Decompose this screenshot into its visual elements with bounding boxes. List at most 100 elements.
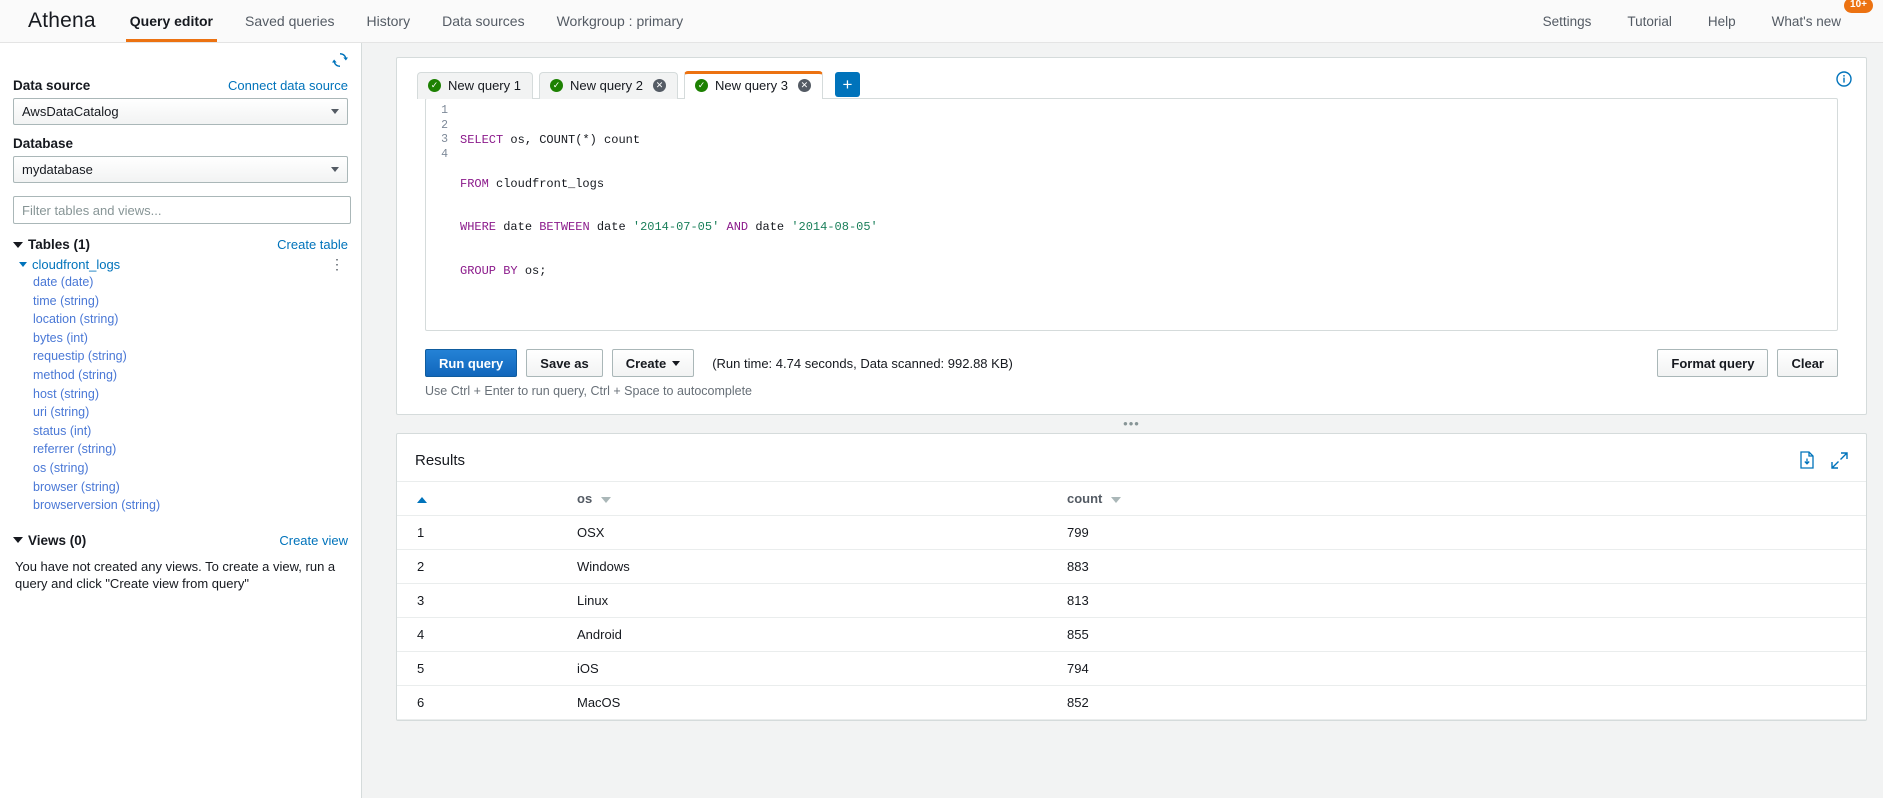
add-query-tab-button[interactable]: + — [834, 72, 860, 97]
info-icon[interactable] — [1836, 71, 1852, 87]
caret-down-icon[interactable] — [13, 241, 23, 248]
row-index: 5 — [397, 651, 567, 686]
query-tab-bar: ✓ New query 1 ✓ New query 2 ✕ ✓ New quer… — [397, 58, 1866, 99]
column-header-count[interactable]: count — [1057, 481, 1866, 516]
table-row[interactable]: 5 iOS 794 — [397, 651, 1866, 686]
results-title: Results — [415, 451, 466, 469]
row-os: Linux — [567, 583, 1057, 618]
row-count: 813 — [1057, 583, 1866, 618]
column-item[interactable]: requestip (string) — [13, 347, 348, 366]
tables-title-label: Tables (1) — [28, 237, 91, 252]
row-index: 6 — [397, 685, 567, 720]
save-as-button[interactable]: Save as — [526, 349, 603, 377]
column-item[interactable]: status (int) — [13, 422, 348, 441]
sql-line-3: WHERE date BETWEEN date '2014-07-05' AND… — [460, 220, 878, 234]
chevron-down-icon — [672, 360, 681, 366]
column-item[interactable]: date (date) — [13, 273, 348, 292]
tables-section-header: Tables (1) Create table — [13, 237, 348, 252]
refresh-icon[interactable] — [332, 52, 348, 68]
chevron-down-icon — [331, 167, 339, 172]
tab-new-query-2[interactable]: ✓ New query 2 ✕ — [538, 72, 678, 99]
table-row[interactable]: 3 Linux 813 — [397, 583, 1866, 618]
data-source-select[interactable]: AwsDataCatalog — [13, 98, 348, 125]
column-item[interactable]: browser (string) — [13, 478, 348, 497]
nav-history[interactable]: History — [351, 0, 427, 42]
results-header-row: os count — [397, 481, 1866, 516]
caret-down-icon[interactable] — [19, 262, 27, 267]
tab-new-query-1[interactable]: ✓ New query 1 — [417, 72, 533, 99]
views-section: Views (0) Create view You have not creat… — [13, 533, 348, 592]
caret-down-icon[interactable] — [13, 537, 23, 544]
results-table: os count 1 OSX 799 2 Windows 883 3 Linux… — [397, 481, 1866, 720]
query-editor-panel: ✓ New query 1 ✓ New query 2 ✕ ✓ New quer… — [396, 57, 1867, 415]
column-item[interactable]: uri (string) — [13, 403, 348, 422]
table-options-kebab-icon[interactable]: ⋮ — [330, 256, 344, 273]
results-header: Results — [397, 434, 1866, 481]
create-view-link[interactable]: Create view — [279, 533, 348, 548]
check-circle-icon: ✓ — [694, 79, 708, 92]
secondary-nav: Settings Tutorial Help What's new — [1525, 0, 1883, 42]
run-query-button[interactable]: Run query — [425, 349, 518, 377]
column-item[interactable]: method (string) — [13, 366, 348, 385]
whats-new-badge: 10+ — [1844, 0, 1873, 13]
database-select[interactable]: mydatabase — [13, 156, 348, 183]
page-layout: Data source Connect data source AwsDataC… — [0, 43, 1883, 798]
close-icon[interactable]: ✕ — [797, 79, 811, 92]
nav-settings[interactable]: Settings — [1525, 0, 1610, 42]
column-item[interactable]: host (string) — [13, 385, 348, 404]
sql-code-editor[interactable]: 1 2 3 4 SELECT os, COUNT(*) count FROM c… — [425, 98, 1838, 331]
clear-button[interactable]: Clear — [1777, 349, 1838, 377]
sort-dropdown-icon — [600, 496, 611, 503]
nav-data-sources[interactable]: Data sources — [426, 0, 540, 42]
row-os: MacOS — [567, 685, 1057, 720]
column-item[interactable]: referrer (string) — [13, 440, 348, 459]
line-number: 3 — [441, 133, 448, 146]
close-icon[interactable]: ✕ — [652, 79, 666, 92]
line-number-gutter: 1 2 3 4 — [426, 99, 452, 330]
sql-line-1: SELECT os, COUNT(*) count — [460, 133, 641, 147]
table-row[interactable]: 4 Android 855 — [397, 617, 1866, 652]
column-item[interactable]: browserversion (string) — [13, 496, 348, 515]
create-button[interactable]: Create — [611, 349, 695, 377]
database-value: mydatabase — [22, 162, 93, 177]
tab-label: New query 3 — [714, 78, 788, 93]
nav-workgroup[interactable]: Workgroup : primary — [541, 0, 700, 42]
nav-saved-queries[interactable]: Saved queries — [229, 0, 351, 42]
format-query-button[interactable]: Format query — [1657, 349, 1769, 377]
column-item[interactable]: bytes (int) — [13, 329, 348, 348]
column-item[interactable]: time (string) — [13, 292, 348, 311]
sql-code-lines: SELECT os, COUNT(*) count FROM cloudfron… — [452, 99, 878, 330]
row-count: 883 — [1057, 549, 1866, 584]
tables-section-title: Tables (1) — [13, 237, 90, 252]
data-source-row: Data source Connect data source — [13, 75, 348, 98]
row-count: 794 — [1057, 651, 1866, 686]
column-header-os[interactable]: os — [567, 481, 1057, 516]
results-panel: Results os count 1 OSX 799 2 Windows 883… — [396, 433, 1867, 721]
column-header-index[interactable] — [397, 481, 567, 516]
row-count: 855 — [1057, 617, 1866, 652]
row-count: 799 — [1057, 515, 1866, 550]
table-row[interactable]: 6 MacOS 852 — [397, 685, 1866, 720]
column-item[interactable]: os (string) — [13, 459, 348, 478]
table-row[interactable]: 1 OSX 799 — [397, 515, 1866, 550]
nav-help[interactable]: Help — [1690, 0, 1754, 42]
column-item[interactable]: location (string) — [13, 310, 348, 329]
panel-splitter[interactable]: ••• — [396, 415, 1867, 431]
run-info-text: (Run time: 4.74 seconds, Data scanned: 9… — [712, 355, 1013, 371]
sidebar-refresh-row — [13, 43, 348, 73]
nav-tutorial[interactable]: Tutorial — [1609, 0, 1690, 42]
check-circle-icon: ✓ — [549, 79, 563, 92]
app-brand: Athena — [28, 9, 96, 32]
nav-query-editor[interactable]: Query editor — [114, 0, 229, 42]
tab-new-query-3[interactable]: ✓ New query 3 ✕ — [683, 71, 823, 99]
table-node-cloudfront-logs[interactable]: cloudfront_logs ⋮ — [13, 256, 348, 273]
database-label: Database — [13, 136, 74, 151]
connect-data-source-link[interactable]: Connect data source — [228, 78, 348, 93]
expand-icon[interactable] — [1831, 451, 1848, 469]
row-index: 2 — [397, 549, 567, 584]
table-row[interactable]: 2 Windows 883 — [397, 549, 1866, 584]
create-table-link[interactable]: Create table — [277, 237, 348, 252]
filter-tables-input[interactable] — [13, 196, 351, 224]
download-file-icon[interactable] — [1799, 451, 1815, 469]
line-number: 1 — [441, 104, 448, 117]
